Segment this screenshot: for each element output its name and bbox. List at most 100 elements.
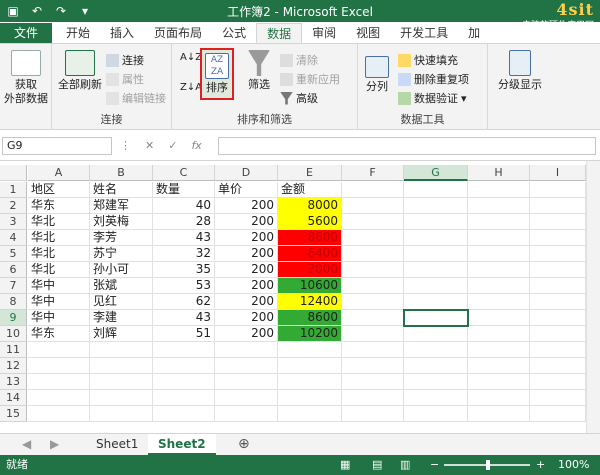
row-header[interactable]: 11: [0, 342, 27, 358]
cell-C8[interactable]: 62: [153, 294, 215, 310]
row-header[interactable]: 15: [0, 406, 27, 422]
cell-G1[interactable]: [404, 182, 468, 198]
cancel-icon[interactable]: ✕: [145, 139, 154, 152]
cell-H3[interactable]: [468, 214, 530, 230]
cell-F13[interactable]: [342, 374, 404, 390]
cell-B5[interactable]: 苏宁: [90, 246, 153, 262]
reapply-button[interactable]: 重新应用: [280, 71, 340, 87]
add-sheet-icon[interactable]: ⊕: [228, 434, 260, 455]
cell-G2[interactable]: [404, 198, 468, 214]
column-header-E[interactable]: E: [278, 165, 342, 181]
flash-fill-button[interactable]: 快速填充: [398, 52, 458, 68]
cell-C3[interactable]: 28: [153, 214, 215, 230]
cell-H9[interactable]: [468, 310, 530, 326]
cell-E9[interactable]: 8600: [278, 310, 342, 326]
cell-D6[interactable]: 200: [215, 262, 278, 278]
cell-E5[interactable]: 6400: [278, 246, 342, 262]
row-header[interactable]: 9: [0, 310, 27, 326]
row-header[interactable]: 14: [0, 390, 27, 406]
cell-G8[interactable]: [404, 294, 468, 310]
cell-E10[interactable]: 10200: [278, 326, 342, 342]
cell-I12[interactable]: [530, 358, 586, 374]
cell-E2[interactable]: 8000: [278, 198, 342, 214]
tab-4[interactable]: 公式: [212, 23, 256, 43]
cell-B13[interactable]: [90, 374, 153, 390]
cell-A1[interactable]: 地区: [28, 182, 90, 198]
page-layout-icon[interactable]: ▤: [372, 455, 382, 475]
cell-E8[interactable]: 12400: [278, 294, 342, 310]
cell-D4[interactable]: 200: [215, 230, 278, 246]
cell-G3[interactable]: [404, 214, 468, 230]
cell-A10[interactable]: 华东: [28, 326, 90, 342]
cell-D1[interactable]: 单价: [215, 182, 278, 198]
cell-H15[interactable]: [468, 406, 530, 422]
cell-C10[interactable]: 51: [153, 326, 215, 342]
cell-F10[interactable]: [342, 326, 404, 342]
row-header[interactable]: 13: [0, 374, 27, 390]
text-to-columns-button[interactable]: 分列: [360, 56, 394, 94]
cell-D10[interactable]: 200: [215, 326, 278, 342]
cell-G5[interactable]: [404, 246, 468, 262]
cell-C15[interactable]: [153, 406, 215, 422]
cell-I11[interactable]: [530, 342, 586, 358]
cell-C2[interactable]: 40: [153, 198, 215, 214]
cell-A2[interactable]: 华东: [28, 198, 90, 214]
row-header[interactable]: 7: [0, 278, 27, 294]
cell-G6[interactable]: [404, 262, 468, 278]
cell-F11[interactable]: [342, 342, 404, 358]
cell-A7[interactable]: 华中: [28, 278, 90, 294]
tab-2[interactable]: 插入: [100, 23, 144, 43]
cell-D15[interactable]: [215, 406, 278, 422]
cell-F5[interactable]: [342, 246, 404, 262]
cell-D13[interactable]: [215, 374, 278, 390]
cell-C6[interactable]: 35: [153, 262, 215, 278]
cell-A5[interactable]: 华北: [28, 246, 90, 262]
cell-I4[interactable]: [530, 230, 586, 246]
cell-E3[interactable]: 5600: [278, 214, 342, 230]
function-icon[interactable]: fx: [191, 139, 201, 152]
cell-A13[interactable]: [28, 374, 90, 390]
cell-C14[interactable]: [153, 390, 215, 406]
cell-B7[interactable]: 张斌: [90, 278, 153, 294]
cell-I9[interactable]: [530, 310, 586, 326]
options-icon[interactable]: ⋮: [120, 139, 131, 152]
cell-H11[interactable]: [468, 342, 530, 358]
cell-F3[interactable]: [342, 214, 404, 230]
page-break-icon[interactable]: ▥: [400, 455, 410, 475]
cell-I3[interactable]: [530, 214, 586, 230]
cell-I10[interactable]: [530, 326, 586, 342]
tab-5[interactable]: 数据: [256, 23, 303, 43]
connections-button[interactable]: 连接: [106, 52, 144, 68]
cell-A14[interactable]: [28, 390, 90, 406]
row-header[interactable]: 5: [0, 246, 27, 262]
column-header-H[interactable]: H: [468, 165, 530, 181]
cell-C5[interactable]: 32: [153, 246, 215, 262]
cell-E13[interactable]: [278, 374, 342, 390]
cell-H4[interactable]: [468, 230, 530, 246]
cell-A11[interactable]: [28, 342, 90, 358]
column-header-A[interactable]: A: [28, 165, 90, 181]
tab-3[interactable]: 页面布局: [144, 23, 212, 43]
cell-B12[interactable]: [90, 358, 153, 374]
row-header[interactable]: 12: [0, 358, 27, 374]
cell-I15[interactable]: [530, 406, 586, 422]
cell-B14[interactable]: [90, 390, 153, 406]
column-header-F[interactable]: F: [342, 165, 404, 181]
cell-C7[interactable]: 53: [153, 278, 215, 294]
cell-A12[interactable]: [28, 358, 90, 374]
cell-F12[interactable]: [342, 358, 404, 374]
cell-I5[interactable]: [530, 246, 586, 262]
cell-D7[interactable]: 200: [215, 278, 278, 294]
cell-B2[interactable]: 郑建军: [90, 198, 153, 214]
tab-9[interactable]: 加: [458, 23, 490, 43]
row-header[interactable]: 3: [0, 214, 27, 230]
column-header-C[interactable]: C: [153, 165, 215, 181]
cell-G4[interactable]: [404, 230, 468, 246]
cell-B15[interactable]: [90, 406, 153, 422]
data-validation-button[interactable]: 数据验证 ▾: [398, 90, 467, 106]
sort-button[interactable]: AZ ZA 排序: [200, 48, 234, 100]
cell-I1[interactable]: [530, 182, 586, 198]
cell-D3[interactable]: 200: [215, 214, 278, 230]
row-header[interactable]: 10: [0, 326, 27, 342]
cell-H6[interactable]: [468, 262, 530, 278]
